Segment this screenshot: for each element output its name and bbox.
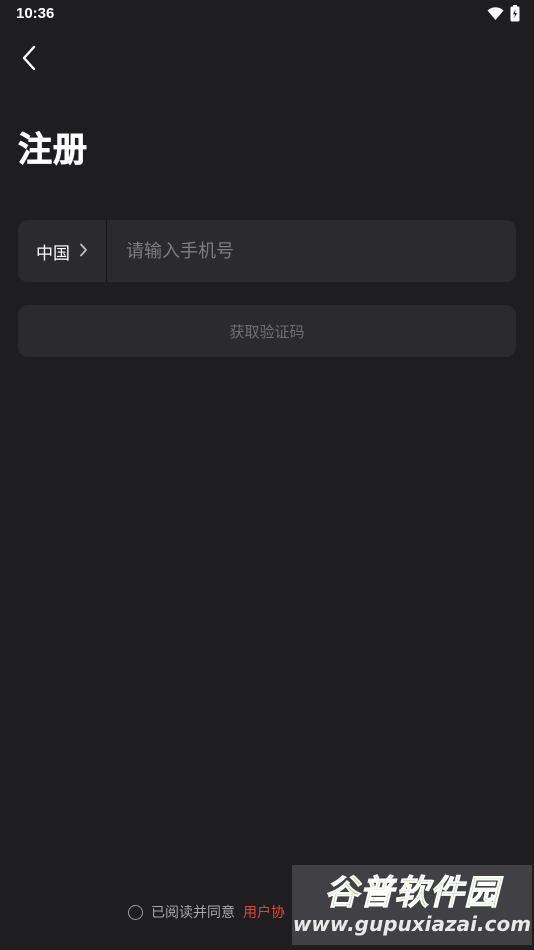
phone-number-input[interactable] xyxy=(107,220,516,282)
chevron-right-icon xyxy=(79,242,88,261)
page-title: 注册 xyxy=(18,130,88,171)
phone-input-row: 中国 xyxy=(18,220,516,282)
agreement-row: 已阅读并同意 用户协 xyxy=(128,902,285,922)
country-code-selector[interactable]: 中国 xyxy=(18,220,107,282)
agreement-text: 已阅读并同意 xyxy=(151,905,235,921)
country-label: 中国 xyxy=(36,243,70,264)
user-agreement-link[interactable]: 用户协 xyxy=(243,902,285,922)
back-button[interactable] xyxy=(12,42,46,78)
status-bar: 10:36 xyxy=(0,0,534,28)
status-icons xyxy=(487,5,520,26)
agreement-checkbox[interactable] xyxy=(128,904,143,920)
chevron-left-icon xyxy=(21,45,37,75)
watermark: 谷普软件园 www.gupuxiazai.com xyxy=(292,865,532,945)
battery-icon xyxy=(510,5,520,26)
status-time: 10:36 xyxy=(16,5,55,22)
wifi-icon xyxy=(487,6,504,25)
watermark-title: 谷普软件园 xyxy=(324,873,500,913)
get-code-button[interactable]: 获取验证码 xyxy=(18,305,516,357)
watermark-url: www.gupuxiazai.com xyxy=(292,912,532,936)
